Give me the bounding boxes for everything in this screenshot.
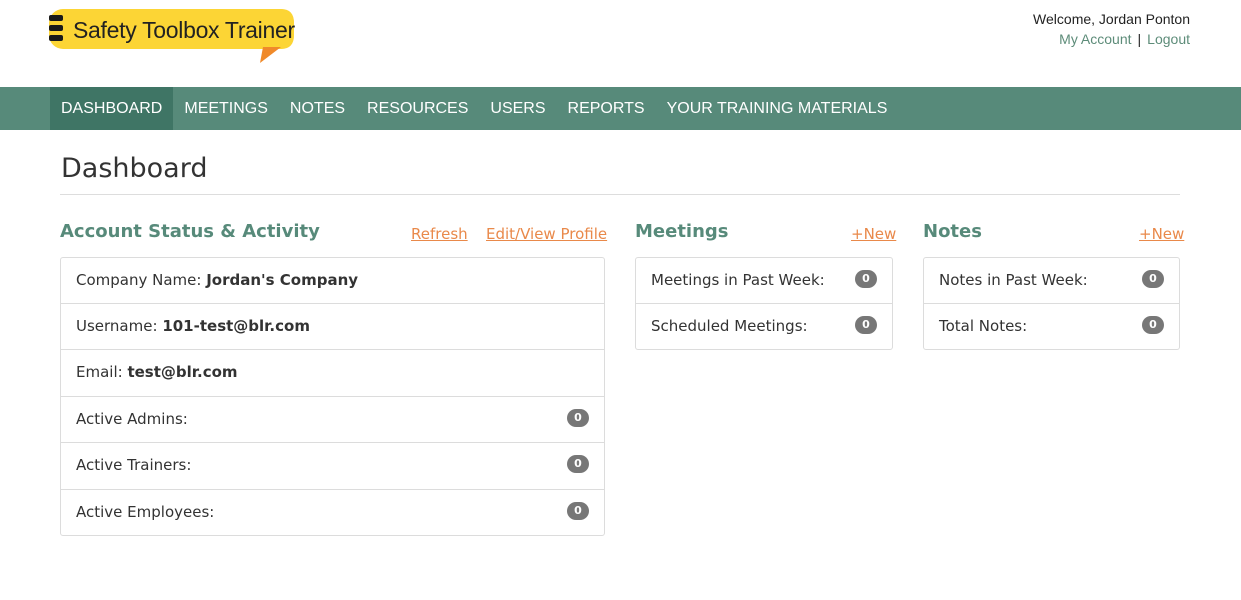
total-notes-label: Total Notes: [939, 317, 1028, 335]
link-separator: | [1137, 31, 1142, 47]
scheduled-meetings-label: Scheduled Meetings: [651, 317, 808, 335]
my-account-link[interactable]: My Account [1059, 31, 1131, 47]
nav-item-reports[interactable]: REPORTS [557, 87, 656, 130]
welcome-text: Welcome, Jordan Ponton [1033, 11, 1190, 27]
scheduled-meetings-badge: 0 [855, 316, 877, 334]
title-divider [60, 194, 1180, 195]
list-item-meetings-past-week: Meetings in Past Week: 0 [636, 258, 892, 304]
user-area: Welcome, Jordan Ponton My Account | Logout [1033, 11, 1190, 47]
edit-profile-link[interactable]: Edit/View Profile [486, 225, 607, 243]
company-label: Company Name: [76, 271, 202, 289]
list-item-trainers: Active Trainers: 0 [61, 443, 604, 490]
list-item-company: Company Name: Jordan's Company [61, 258, 604, 304]
list-item-username: Username: 101-test@blr.com [61, 304, 604, 350]
email-value: test@blr.com [127, 363, 238, 381]
list-item-total-notes: Total Notes: 0 [924, 304, 1179, 350]
list-item-scheduled-meetings: Scheduled Meetings: 0 [636, 304, 892, 350]
company-value: Jordan's Company [206, 271, 359, 289]
admins-label: Active Admins: [76, 410, 188, 428]
account-links: My Account | Logout [1033, 31, 1190, 47]
new-note-link[interactable]: +New [1139, 225, 1184, 243]
list-item-employees: Active Employees: 0 [61, 490, 604, 536]
list-item-email: Email: test@blr.com [61, 350, 604, 397]
username-value: 101-test@blr.com [162, 317, 310, 335]
logo-text: Safety Toolbox Trainer [73, 17, 295, 43]
meetings-past-week-badge: 0 [855, 270, 877, 288]
account-panel-title: Account Status & Activity [60, 221, 320, 242]
employees-label: Active Employees: [76, 503, 215, 521]
notes-past-week-badge: 0 [1142, 270, 1164, 288]
trainers-count-badge: 0 [567, 455, 589, 473]
nav-item-notes[interactable]: NOTES [279, 87, 356, 130]
account-panel-header: Account Status & Activity Refresh Edit/V… [60, 221, 607, 247]
refresh-link[interactable]: Refresh [411, 225, 468, 243]
notes-list: Notes in Past Week: 0 Total Notes: 0 [923, 257, 1180, 350]
total-notes-badge: 0 [1142, 316, 1164, 334]
notes-past-week-label: Notes in Past Week: [939, 271, 1088, 289]
notes-panel-header: Notes +New [923, 221, 1184, 247]
notes-panel-title: Notes [923, 221, 982, 242]
nav-item-meetings[interactable]: MEETINGS [173, 87, 279, 130]
nav-item-users[interactable]: USERS [479, 87, 556, 130]
main-nav: DASHBOARD MEETINGS NOTES RESOURCES USERS… [0, 87, 1241, 130]
nav-item-resources[interactable]: RESOURCES [356, 87, 479, 130]
logout-link[interactable]: Logout [1147, 31, 1190, 47]
new-meeting-link[interactable]: +New [851, 225, 896, 243]
meetings-past-week-label: Meetings in Past Week: [651, 271, 825, 289]
admins-count-badge: 0 [567, 409, 589, 427]
page-title: Dashboard [61, 153, 208, 184]
account-status-list: Company Name: Jordan's Company Username:… [60, 257, 605, 536]
username-label: Username: [76, 317, 158, 335]
nav-item-training-materials[interactable]: YOUR TRAINING MATERIALS [656, 87, 899, 130]
email-label: Email: [76, 363, 123, 381]
list-item-admins: Active Admins: 0 [61, 397, 604, 443]
meetings-panel-header: Meetings +New [635, 221, 896, 247]
nav-item-dashboard[interactable]: DASHBOARD [50, 87, 174, 130]
list-item-notes-past-week: Notes in Past Week: 0 [924, 258, 1179, 304]
header: Safety Toolbox Trainer Welcome, Jordan P… [0, 0, 1241, 87]
meetings-panel-title: Meetings [635, 221, 729, 242]
employees-count-badge: 0 [567, 502, 589, 520]
meetings-list: Meetings in Past Week: 0 Scheduled Meeti… [635, 257, 893, 350]
logo[interactable]: Safety Toolbox Trainer [49, 9, 299, 65]
trainers-label: Active Trainers: [76, 456, 192, 474]
